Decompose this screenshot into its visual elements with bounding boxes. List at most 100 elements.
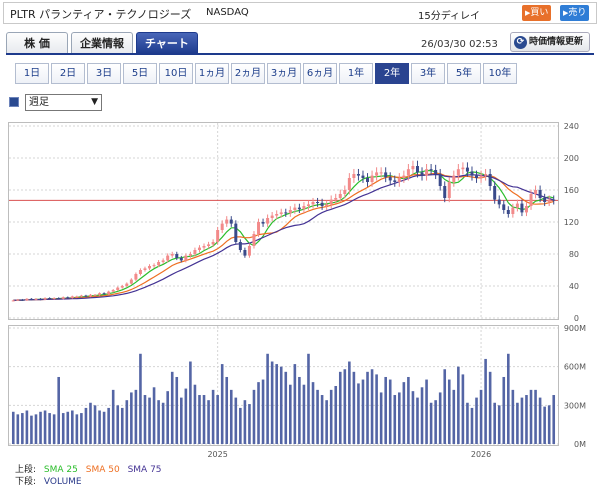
sell-button[interactable]: ▶売り <box>560 5 590 21</box>
candle-body <box>25 298 29 301</box>
candle-body <box>284 212 288 214</box>
volume-bar <box>270 361 274 444</box>
candle-body <box>452 175 456 182</box>
candle-body <box>384 172 388 178</box>
candle-body <box>497 199 501 205</box>
candle-body <box>520 203 524 213</box>
volume-bar <box>207 400 210 444</box>
period-5d[interactable]: 5日 <box>123 63 157 84</box>
candle-body <box>52 298 56 299</box>
volume-bar <box>234 397 238 444</box>
volume-tick-label: 600M <box>564 363 586 372</box>
volume-bar <box>470 407 474 444</box>
chevron-down-icon: ▼ <box>91 97 98 107</box>
volume-bar <box>93 405 97 444</box>
period-2y[interactable]: 2年 <box>375 63 409 84</box>
volume-bar <box>311 382 315 444</box>
interval-select[interactable]: 週足 ▼ <box>25 94 102 111</box>
candle-body <box>456 169 460 176</box>
volume-bar <box>329 389 333 444</box>
period-10y[interactable]: 10年 <box>483 63 517 84</box>
volume-bar <box>511 389 515 444</box>
legend-lower-prefix: 下段: <box>15 477 37 487</box>
period-3y[interactable]: 3年 <box>411 63 445 84</box>
volume-bar <box>229 389 233 444</box>
volume-bar <box>284 371 288 444</box>
candle-body <box>211 242 215 245</box>
candle-body <box>420 172 424 176</box>
volume-bar <box>343 369 347 444</box>
refresh-button[interactable]: ⟳ 時価情報更新 <box>510 32 590 52</box>
period-3m[interactable]: 3ヵ月 <box>267 63 301 84</box>
candle-body <box>366 178 370 182</box>
volume-bar <box>502 376 506 444</box>
volume-bar <box>152 387 156 444</box>
period-2m[interactable]: 2ヵ月 <box>231 63 265 84</box>
volume-bar <box>534 389 537 444</box>
volume-bar <box>180 397 183 444</box>
candle-body <box>534 190 538 194</box>
volume-bar <box>75 414 79 444</box>
volume-bar <box>370 369 374 444</box>
volume-bar <box>107 407 110 444</box>
volume-bar <box>130 392 133 444</box>
price-panel <box>8 122 559 320</box>
price-tick-label: 80 <box>569 250 579 259</box>
volume-bar <box>307 353 310 444</box>
period-3d[interactable]: 3日 <box>87 63 121 84</box>
candle-body <box>361 175 365 178</box>
candle-body <box>102 293 106 295</box>
candle-body <box>93 294 97 296</box>
candle-body <box>148 266 152 269</box>
candle-body <box>220 223 224 230</box>
volume-bar <box>457 366 460 444</box>
period-1d[interactable]: 1日 <box>15 63 49 84</box>
volume-bar <box>120 407 124 444</box>
price-tick-label: 0 <box>574 314 579 323</box>
volume-bar <box>379 392 383 444</box>
volume-bar <box>143 395 147 444</box>
period-1m[interactable]: 1ヵ月 <box>195 63 229 84</box>
period-6m[interactable]: 6ヵ月 <box>303 63 337 84</box>
volume-bar <box>516 402 519 444</box>
volume-bar <box>429 402 433 444</box>
refresh-label: 時価情報更新 <box>529 37 584 47</box>
candle-body <box>493 186 497 200</box>
volume-bar <box>193 384 197 444</box>
volume-bar <box>80 413 83 444</box>
tab-chart[interactable]: チャート <box>136 32 198 54</box>
candle-body <box>402 175 406 178</box>
volume-bar <box>184 388 188 444</box>
volume-bar <box>543 406 546 444</box>
exchange-label: NASDAQ <box>206 7 249 18</box>
time-tick-label: 2026 <box>471 450 491 459</box>
tab-stock-price[interactable]: 株 価 <box>6 32 68 54</box>
volume-bar <box>289 384 292 444</box>
stock-title: PLTR パランティア・テクノロジーズ <box>10 8 192 21</box>
volume-bar <box>388 379 392 444</box>
volume-bar <box>488 371 492 444</box>
price-tick-label: 240 <box>564 122 579 131</box>
volume-tick-label: 300M <box>564 401 586 410</box>
buy-button[interactable]: ▶買い <box>522 5 552 21</box>
candle-body <box>411 166 415 170</box>
period-2d[interactable]: 2日 <box>51 63 85 84</box>
candle-body <box>438 174 442 186</box>
volume-bar <box>220 364 224 444</box>
candle-body <box>238 242 242 250</box>
candle-body <box>229 219 233 224</box>
volume-bar <box>116 405 120 444</box>
period-10d[interactable]: 10日 <box>159 63 193 84</box>
period-1y[interactable]: 1年 <box>339 63 373 84</box>
candle-body <box>538 190 542 198</box>
volume-bar <box>134 389 138 444</box>
candle-body <box>388 177 392 181</box>
candle-body <box>84 295 88 297</box>
volume-bar <box>111 389 115 444</box>
period-5y[interactable]: 5年 <box>447 63 481 84</box>
volume-bar <box>166 391 169 444</box>
candle-body <box>447 182 451 198</box>
legend-volume: VOLUME <box>43 477 82 487</box>
tab-company-info[interactable]: 企業情報 <box>71 32 133 54</box>
volume-bar <box>361 379 365 444</box>
